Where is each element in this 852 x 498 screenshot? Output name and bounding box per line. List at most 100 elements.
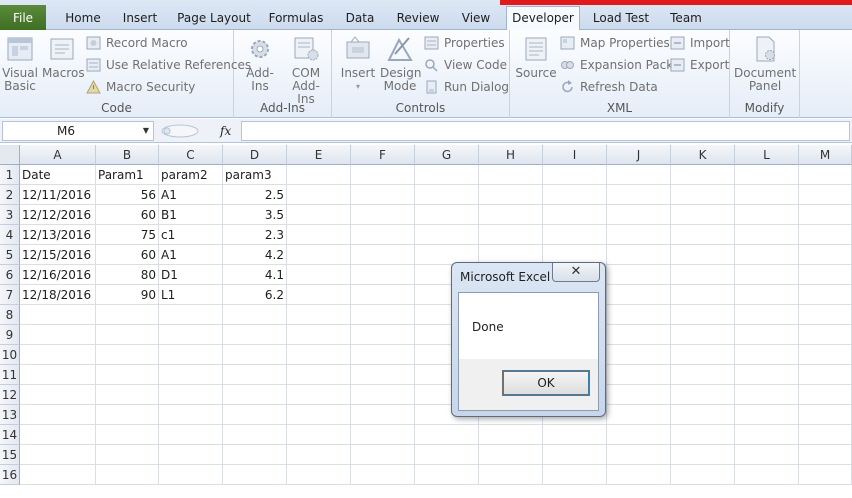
row-header-10[interactable]: 10 <box>0 345 20 365</box>
cell-i3[interactable] <box>543 205 607 225</box>
row-header-12[interactable]: 12 <box>0 385 20 405</box>
cell-k10[interactable] <box>671 345 735 365</box>
cell-l9[interactable] <box>735 325 799 345</box>
cell-a5[interactable]: 12/15/2016 <box>20 245 96 265</box>
macro-security-button[interactable]: Macro Security <box>86 78 195 96</box>
addins-button[interactable]: Add-Ins <box>238 34 282 93</box>
cell-m10[interactable] <box>799 345 852 365</box>
cell-f10[interactable] <box>351 345 415 365</box>
cell-e13[interactable] <box>287 405 351 425</box>
cell-l8[interactable] <box>735 305 799 325</box>
tab-file[interactable]: File <box>0 5 46 31</box>
cell-e8[interactable] <box>287 305 351 325</box>
tab-developer[interactable]: Developer <box>506 6 580 31</box>
cell-m3[interactable] <box>799 205 852 225</box>
row-header-2[interactable]: 2 <box>0 185 20 205</box>
cell-k8[interactable] <box>671 305 735 325</box>
cell-d8[interactable] <box>223 305 287 325</box>
cell-e1[interactable] <box>287 165 351 185</box>
chevron-down-icon[interactable]: ▼ <box>143 122 149 140</box>
cell-b5[interactable]: 60 <box>96 245 159 265</box>
close-button[interactable]: ✕ <box>552 263 600 282</box>
cell-c12[interactable] <box>159 385 223 405</box>
cell-j15[interactable] <box>607 445 671 465</box>
cell-k16[interactable] <box>671 465 735 485</box>
cell-j11[interactable] <box>607 365 671 385</box>
cell-d3[interactable]: 3.5 <box>223 205 287 225</box>
cell-d12[interactable] <box>223 385 287 405</box>
cell-m9[interactable] <box>799 325 852 345</box>
cell-j4[interactable] <box>607 225 671 245</box>
column-header-a[interactable]: A <box>20 145 96 165</box>
cell-h2[interactable] <box>479 185 543 205</box>
cell-a6[interactable]: 12/16/2016 <box>20 265 96 285</box>
cell-l13[interactable] <box>735 405 799 425</box>
cell-i15[interactable] <box>543 445 607 465</box>
cell-l16[interactable] <box>735 465 799 485</box>
cell-k15[interactable] <box>671 445 735 465</box>
cell-h1[interactable] <box>479 165 543 185</box>
cell-f7[interactable] <box>351 285 415 305</box>
tab-load-test[interactable]: Load Test <box>590 8 652 31</box>
column-header-d[interactable]: D <box>223 145 287 165</box>
tab-page-layout[interactable]: Page Layout <box>176 8 252 31</box>
cell-g15[interactable] <box>415 445 479 465</box>
document-panel-button[interactable]: Document Panel <box>734 34 796 93</box>
row-header-13[interactable]: 13 <box>0 405 20 425</box>
cell-d1[interactable]: param3 <box>223 165 287 185</box>
cell-f15[interactable] <box>351 445 415 465</box>
cell-a10[interactable] <box>20 345 96 365</box>
import-button[interactable]: Import <box>670 34 730 52</box>
cell-b16[interactable] <box>96 465 159 485</box>
cell-k12[interactable] <box>671 385 735 405</box>
cell-j6[interactable] <box>607 265 671 285</box>
cell-k1[interactable] <box>671 165 735 185</box>
cell-j14[interactable] <box>607 425 671 445</box>
row-header-16[interactable]: 16 <box>0 465 20 485</box>
cell-l6[interactable] <box>735 265 799 285</box>
cell-b4[interactable]: 75 <box>96 225 159 245</box>
cell-e2[interactable] <box>287 185 351 205</box>
cell-k7[interactable] <box>671 285 735 305</box>
column-header-b[interactable]: B <box>96 145 159 165</box>
cell-k13[interactable] <box>671 405 735 425</box>
cell-d13[interactable] <box>223 405 287 425</box>
tab-insert[interactable]: Insert <box>118 8 162 31</box>
cell-h14[interactable] <box>479 425 543 445</box>
cell-a3[interactable]: 12/12/2016 <box>20 205 96 225</box>
cell-a14[interactable] <box>20 425 96 445</box>
row-header-8[interactable]: 8 <box>0 305 20 325</box>
column-header-e[interactable]: E <box>287 145 351 165</box>
cell-e6[interactable] <box>287 265 351 285</box>
cell-g16[interactable] <box>415 465 479 485</box>
cell-i4[interactable] <box>543 225 607 245</box>
cell-i1[interactable] <box>543 165 607 185</box>
cell-d5[interactable]: 4.2 <box>223 245 287 265</box>
row-header-5[interactable]: 5 <box>0 245 20 265</box>
row-header-7[interactable]: 7 <box>0 285 20 305</box>
cell-e11[interactable] <box>287 365 351 385</box>
cell-c13[interactable] <box>159 405 223 425</box>
cell-l10[interactable] <box>735 345 799 365</box>
record-macro-button[interactable]: Record Macro <box>86 34 188 52</box>
cell-b7[interactable]: 90 <box>96 285 159 305</box>
tab-home[interactable]: Home <box>60 8 106 31</box>
cell-d4[interactable]: 2.3 <box>223 225 287 245</box>
cell-l12[interactable] <box>735 385 799 405</box>
cell-c4[interactable]: c1 <box>159 225 223 245</box>
cell-c15[interactable] <box>159 445 223 465</box>
cell-a11[interactable] <box>20 365 96 385</box>
design-mode-button[interactable]: Design Mode <box>380 34 421 93</box>
row-header-9[interactable]: 9 <box>0 325 20 345</box>
cell-j1[interactable] <box>607 165 671 185</box>
cell-a7[interactable]: 12/18/2016 <box>20 285 96 305</box>
cell-e7[interactable] <box>287 285 351 305</box>
cell-f6[interactable] <box>351 265 415 285</box>
cell-e5[interactable] <box>287 245 351 265</box>
formula-bar-handle-icon[interactable] <box>160 124 200 138</box>
cell-j13[interactable] <box>607 405 671 425</box>
cell-m14[interactable] <box>799 425 852 445</box>
column-header-j[interactable]: J <box>607 145 671 165</box>
cell-f12[interactable] <box>351 385 415 405</box>
cell-f1[interactable] <box>351 165 415 185</box>
